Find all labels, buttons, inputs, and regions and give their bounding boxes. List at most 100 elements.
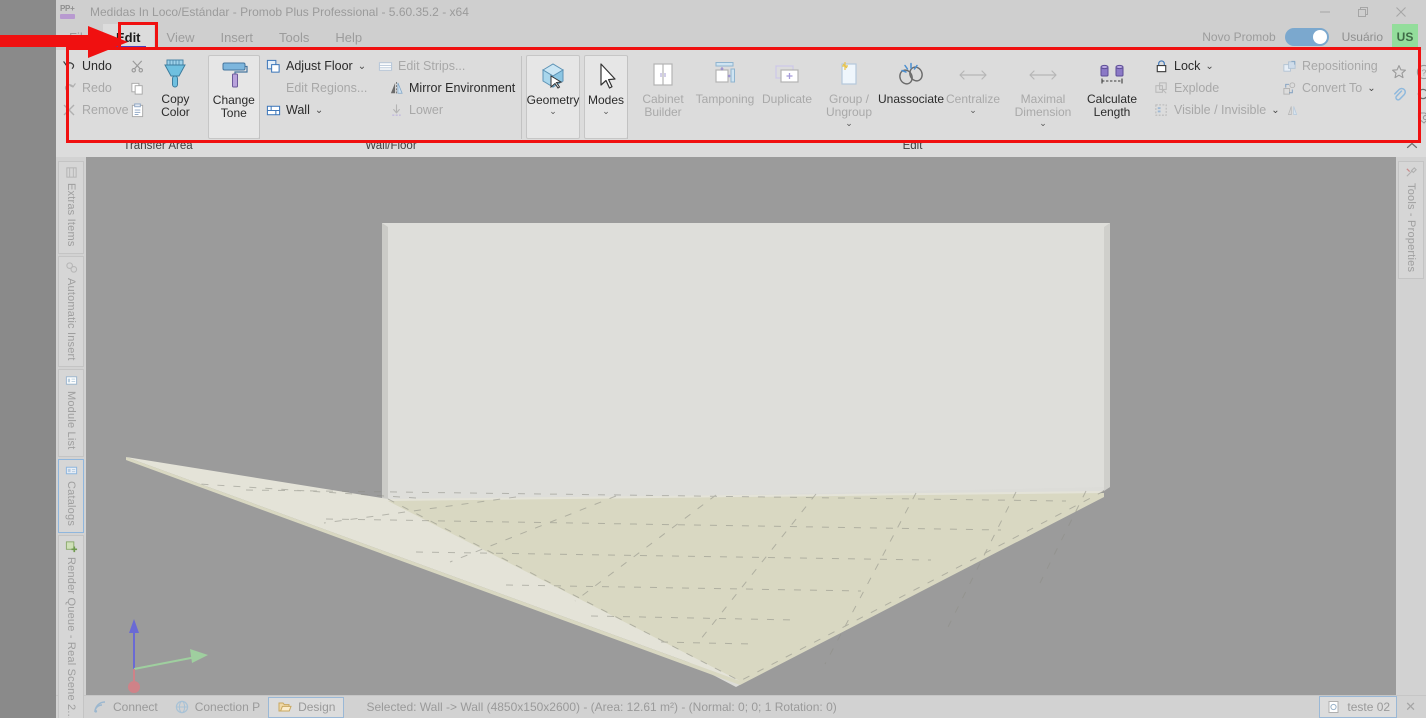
visible-invisible-button[interactable]: Visible / Invisible ⌄ bbox=[1148, 99, 1298, 121]
unassociate-button[interactable]: Unassociate bbox=[878, 55, 944, 106]
chevron-down-icon[interactable]: ⌄ bbox=[358, 61, 366, 72]
chevron-down-icon[interactable]: ⌄ bbox=[315, 105, 323, 116]
ribbon-group-transfer-area: Undo Redo Remove Copy Color Change Tone … bbox=[56, 50, 261, 157]
paste-button[interactable] bbox=[126, 99, 149, 121]
tamponing-button[interactable]: Tamponing bbox=[694, 55, 756, 106]
catalogs-icon bbox=[64, 463, 79, 478]
centralize-button[interactable]: Centralize ⌄ bbox=[942, 55, 1004, 115]
lock-label: Lock bbox=[1174, 59, 1201, 73]
ribbon-group-title-edit: Edit bbox=[902, 140, 923, 152]
convert-to-icon bbox=[1281, 80, 1297, 96]
adjust-floor-button[interactable]: Adjust Floor ⌄ bbox=[260, 55, 372, 77]
menu-item-file[interactable]: File bbox=[56, 24, 103, 50]
maximal-dimension-label: Maximal Dimension bbox=[1014, 92, 1072, 119]
redo-button[interactable]: Redo bbox=[56, 77, 126, 99]
utility-row-3 bbox=[1390, 107, 1426, 129]
geometry-button[interactable]: Geometry ⌄ bbox=[526, 55, 580, 139]
close-icon[interactable]: ✕ bbox=[1401, 699, 1420, 715]
chevron-down-icon[interactable]: ⌄ bbox=[549, 107, 557, 116]
mirror-small-icon[interactable] bbox=[1285, 102, 1301, 118]
extras-items-icon bbox=[64, 165, 79, 180]
favorite-star-icon[interactable] bbox=[1390, 63, 1408, 81]
document-tab[interactable]: teste 02 bbox=[1319, 696, 1398, 718]
mirror-environment-button[interactable]: Mirror Environment bbox=[372, 77, 522, 99]
lock-button[interactable]: Lock ⌄ bbox=[1148, 55, 1276, 77]
chevron-down-icon[interactable]: ⌄ bbox=[845, 119, 853, 128]
title-bar: PP+ Medidas In Loco/Estándar - Promob Pl… bbox=[56, 0, 1426, 24]
change-tone-button[interactable]: Change Tone bbox=[207, 55, 261, 139]
convert-to-button[interactable]: Convert To ⌄ bbox=[1276, 77, 1386, 99]
sidebar-item-label: Extras Items bbox=[65, 183, 77, 247]
menu-right-cluster: Novo Promob Usuário US bbox=[1202, 24, 1426, 50]
explode-button[interactable]: Explode bbox=[1148, 77, 1276, 99]
repositioning-label: Repositioning bbox=[1302, 59, 1378, 73]
edit-strips-button[interactable]: Edit Strips... bbox=[372, 55, 522, 77]
tag-icon[interactable] bbox=[1415, 109, 1426, 127]
maximal-dimension-button[interactable]: Maximal Dimension ⌄ bbox=[1004, 55, 1082, 128]
wall-floor-column-2: Edit Strips... Mirror Environment Lower bbox=[372, 55, 522, 121]
attachment-icon[interactable] bbox=[1390, 86, 1408, 104]
calculate-length-button[interactable]: Calculate Length bbox=[1082, 55, 1142, 119]
restore-icon[interactable] bbox=[1344, 0, 1382, 24]
viewport-3d[interactable] bbox=[86, 157, 1396, 695]
sidebar-item-automatic-insert[interactable]: Automatic Insert bbox=[58, 255, 84, 368]
modes-button[interactable]: Modes ⌄ bbox=[584, 55, 628, 139]
menu-item-edit[interactable]: Edit bbox=[102, 24, 154, 50]
close-icon[interactable] bbox=[1382, 0, 1420, 24]
undo-button[interactable]: Undo bbox=[56, 55, 126, 77]
group-ungroup-button[interactable]: Group / Ungroup ⌄ bbox=[818, 55, 880, 128]
remove-button[interactable]: Remove bbox=[56, 99, 129, 121]
edit-regions-button[interactable]: Edit Regions... bbox=[260, 77, 372, 99]
copy-color-button[interactable]: Copy Color bbox=[149, 55, 201, 119]
group-ungroup-icon bbox=[834, 57, 864, 93]
mirror-icon bbox=[388, 80, 404, 96]
sidebar-item-tools-properties[interactable]: Tools - Properties bbox=[1398, 161, 1424, 280]
menu-item-insert[interactable]: Insert bbox=[207, 24, 266, 50]
minimize-icon[interactable] bbox=[1306, 0, 1344, 24]
cabinet-builder-button[interactable]: Cabinet Builder bbox=[632, 55, 694, 119]
sidebar-item-extras-items[interactable]: Extras Items bbox=[58, 161, 84, 254]
menu-item-tools[interactable]: Tools bbox=[266, 24, 322, 50]
novo-promob-toggle[interactable] bbox=[1284, 28, 1329, 46]
workspace: Extras Items Automatic Insert Module Lis… bbox=[56, 157, 1426, 718]
chevron-down-icon[interactable]: ⌄ bbox=[602, 107, 610, 116]
copy-button[interactable] bbox=[126, 77, 149, 99]
cut-button[interactable] bbox=[126, 55, 149, 77]
chevron-down-icon[interactable]: ⌄ bbox=[969, 106, 977, 115]
sidebar-item-label: Module List bbox=[65, 391, 77, 450]
duplicate-button[interactable]: Duplicate bbox=[756, 55, 818, 106]
sidebar-item-module-list[interactable]: Module List bbox=[58, 369, 84, 457]
wall-icon bbox=[265, 102, 281, 118]
help-circle-icon[interactable]: ? bbox=[1415, 63, 1426, 81]
cursor-arrow-icon bbox=[590, 58, 622, 94]
chevron-down-icon[interactable]: ⌄ bbox=[1271, 105, 1279, 116]
ribbon-group-title-transfer-area: Transfer Area bbox=[123, 140, 193, 152]
lower-button[interactable]: Lower bbox=[372, 99, 522, 121]
wall-label: Wall bbox=[286, 103, 310, 117]
right-dock-bar: Tools - Properties bbox=[1396, 157, 1426, 695]
statusbar-conection-p-button[interactable]: Conection P bbox=[166, 697, 268, 718]
collapse-ribbon-icon[interactable] bbox=[1406, 137, 1418, 155]
statusbar-design-button[interactable]: Design bbox=[268, 696, 345, 718]
window-controls bbox=[1306, 0, 1420, 24]
app-logo-bar bbox=[60, 14, 75, 19]
wall-button[interactable]: Wall ⌄ bbox=[260, 99, 372, 121]
menu-item-help[interactable]: Help bbox=[322, 24, 375, 50]
avatar[interactable]: US bbox=[1392, 24, 1418, 50]
sidebar-item-catalogs[interactable]: Catalogs bbox=[58, 458, 84, 533]
room-3d-scene[interactable] bbox=[86, 157, 1396, 695]
repositioning-button[interactable]: Repositioning bbox=[1276, 55, 1386, 77]
menu-item-view[interactable]: View bbox=[154, 24, 208, 50]
application-window: PP+ Medidas In Loco/Estándar - Promob Pl… bbox=[56, 0, 1426, 718]
ribbon-group-edit: Cabinet Builder Tamponing Duplicate Grou… bbox=[628, 50, 1426, 157]
chevron-down-icon[interactable]: ⌄ bbox=[1039, 119, 1047, 128]
statusbar-connect-button[interactable]: Connect bbox=[84, 697, 166, 718]
adjust-floor-icon bbox=[265, 58, 281, 74]
sidebar-item-render-queue[interactable]: Render Queue - Real Scene 2... bbox=[58, 534, 84, 718]
group-ungroup-label: Group / Ungroup bbox=[825, 92, 873, 119]
tools-properties-icon bbox=[1404, 165, 1419, 180]
wall-floor-column-1: Adjust Floor ⌄ Edit Regions... Wall ⌄ bbox=[260, 55, 372, 121]
search-icon[interactable] bbox=[1415, 86, 1426, 104]
chevron-down-icon[interactable]: ⌄ bbox=[1205, 61, 1213, 72]
chevron-down-icon[interactable]: ⌄ bbox=[1367, 83, 1375, 94]
